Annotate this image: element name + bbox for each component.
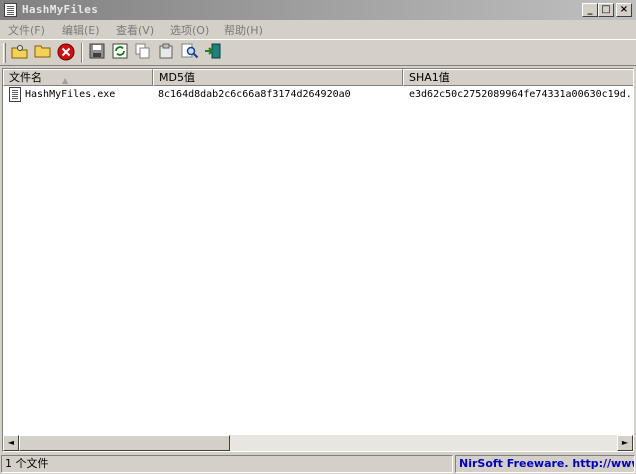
table-row[interactable]: HashMyFiles.exe 8c164d8dab2c6c66a8f3174d… [3, 86, 634, 103]
title-bar[interactable]: HashMyFiles _ □ × [0, 0, 636, 20]
menu-view[interactable]: 查看(V) [116, 22, 154, 38]
app-icon [4, 3, 17, 17]
menu-options[interactable]: 选项(O) [170, 22, 209, 38]
sort-ascending-icon: ▲ [62, 76, 69, 85]
status-credit: NirSoft Freeware. http://www [455, 455, 635, 473]
toolbar-separator [81, 43, 83, 63]
column-header-label: SHA1值 [409, 71, 450, 84]
save-icon[interactable] [87, 43, 107, 63]
file-icon [9, 87, 21, 102]
maximize-button[interactable]: □ [598, 3, 614, 17]
app-window: HashMyFiles _ □ × 文件(F) 编辑(E) 查看(V) 选项(O… [0, 0, 636, 474]
open-folder-icon[interactable] [33, 43, 53, 63]
cell-md5: 8c164d8dab2c6c66a8f3174d264920a0 [158, 89, 351, 100]
exit-icon[interactable] [203, 43, 223, 63]
column-header-filename[interactable]: 文件名 ▲ [3, 69, 153, 86]
status-bar: 1 个文件 NirSoft Freeware. http://www [0, 454, 636, 474]
file-list[interactable]: 文件名 ▲ MD5值 SHA1值 HashMyFiles.exe 8c164d8… [2, 68, 634, 452]
toolbar-grip[interactable] [3, 43, 6, 63]
scroll-right-button[interactable]: ► [617, 435, 633, 451]
minimize-button[interactable]: _ [582, 3, 598, 17]
scroll-left-button[interactable]: ◄ [3, 435, 19, 451]
copy-icon[interactable] [133, 43, 153, 63]
toolbar [0, 39, 636, 66]
properties-icon[interactable] [156, 43, 176, 63]
find-icon[interactable] [180, 43, 200, 63]
menu-bar: 文件(F) 编辑(E) 查看(V) 选项(O) 帮助(H) [0, 20, 636, 38]
cell-sha1: e3d62c50c2752089964fe74331a00630c19d.. [409, 89, 634, 100]
horizontal-scrollbar[interactable]: ◄ ► [3, 435, 633, 451]
refresh-icon[interactable] [110, 43, 130, 63]
menu-edit[interactable]: 编辑(E) [62, 22, 100, 38]
column-header-md5[interactable]: MD5值 [153, 69, 403, 86]
menu-help[interactable]: 帮助(H) [224, 22, 263, 38]
menu-file[interactable]: 文件(F) [8, 22, 45, 38]
column-header-label: MD5值 [159, 71, 195, 84]
open-files-icon[interactable] [10, 43, 30, 63]
cell-filename: HashMyFiles.exe [25, 89, 116, 100]
window-title: HashMyFiles [22, 3, 99, 16]
status-count-text: 1 个文件 [5, 457, 49, 470]
status-file-count: 1 个文件 [1, 455, 453, 473]
column-header-sha1[interactable]: SHA1值 [403, 69, 633, 86]
column-header-label: 文件名 [9, 71, 42, 84]
delete-icon[interactable] [56, 43, 76, 63]
nirsoft-link[interactable]: NirSoft Freeware. http://www [459, 457, 634, 470]
close-button[interactable]: × [616, 3, 632, 17]
list-header: 文件名 ▲ MD5值 SHA1值 [3, 69, 633, 86]
scroll-thumb[interactable] [19, 435, 230, 451]
